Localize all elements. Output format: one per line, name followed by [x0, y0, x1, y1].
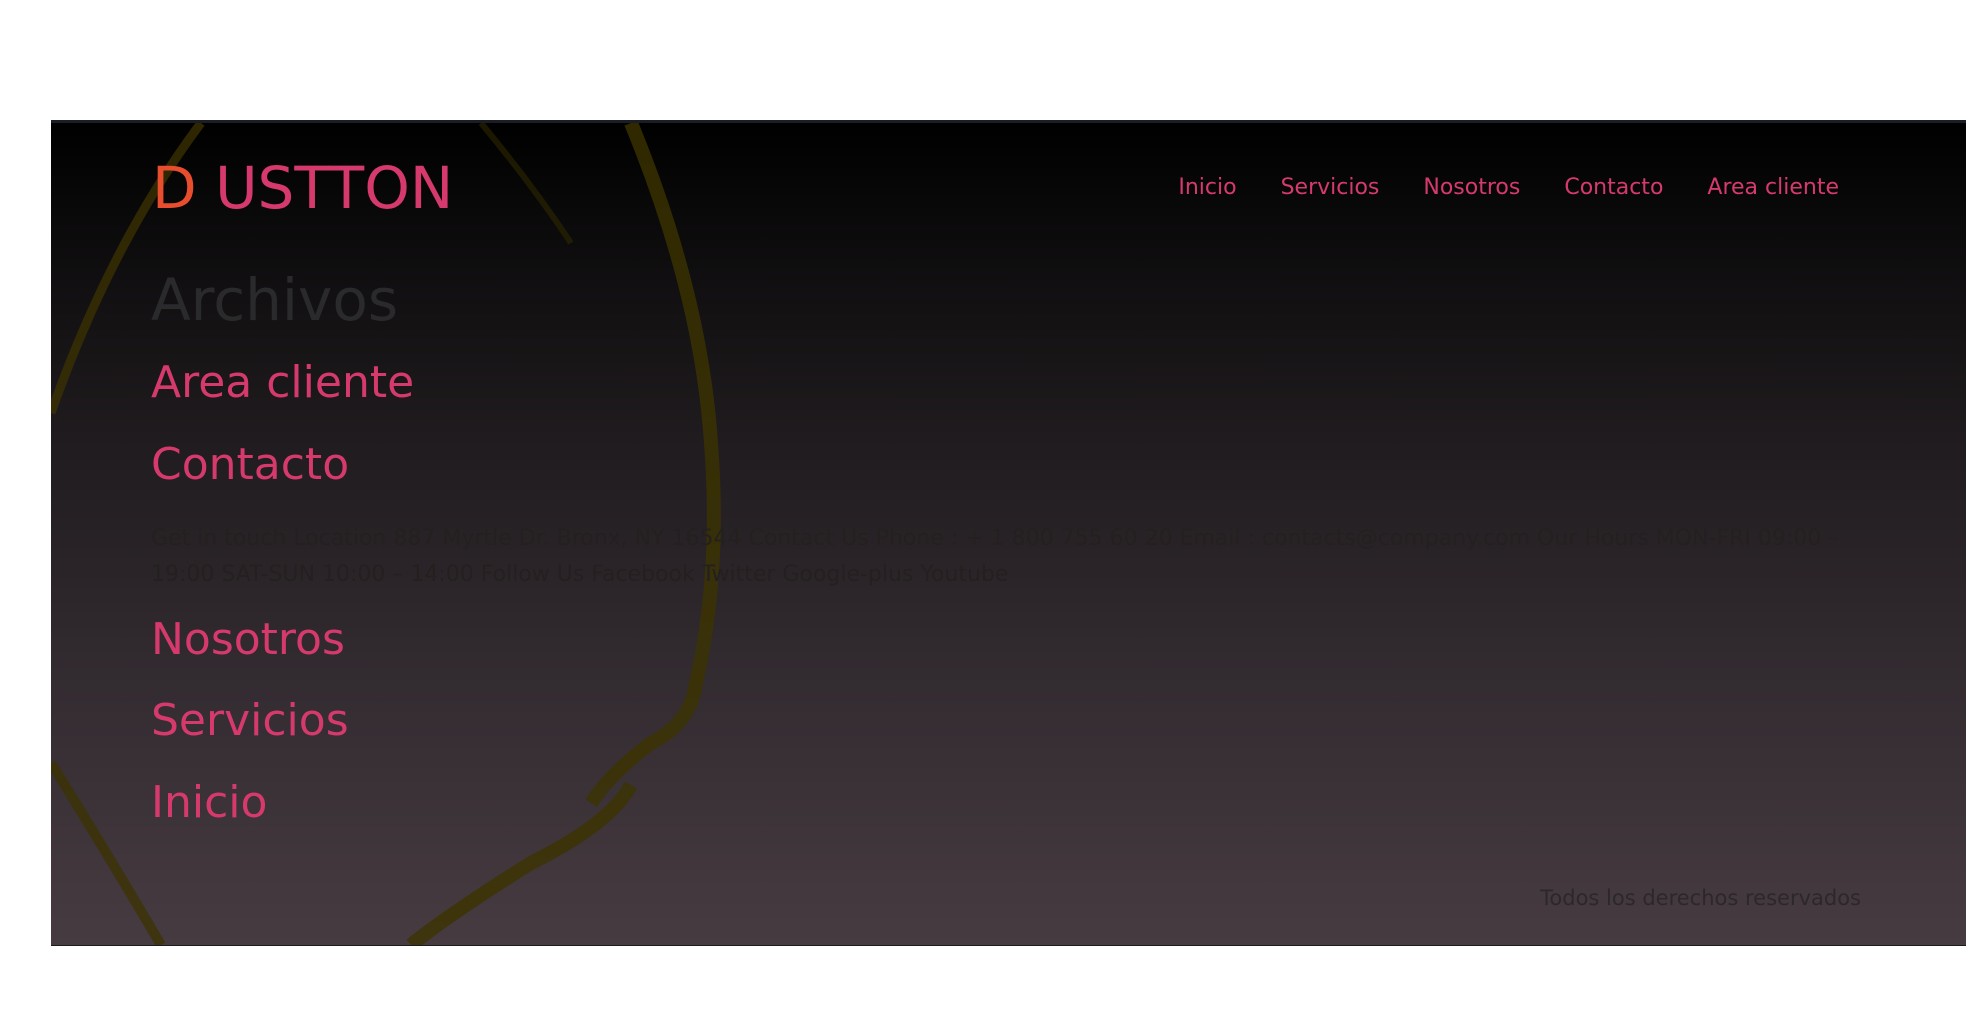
- main-nav: Inicio Servicios Nosotros Contacto Area …: [1178, 177, 1839, 199]
- site-frame: D USTTON Inicio Servicios Nosotros Conta…: [51, 120, 1966, 946]
- decorative-curve-main: [585, 123, 721, 807]
- entry-title-area-cliente[interactable]: Area cliente: [151, 361, 414, 405]
- decorative-curve-bottom-left: [51, 760, 166, 945]
- nav-item-nosotros: Nosotros: [1423, 177, 1520, 199]
- entry-title-servicios[interactable]: Servicios: [151, 699, 349, 743]
- logo-text: D: [152, 154, 197, 222]
- nav-item-inicio: Inicio: [1178, 177, 1236, 199]
- entry-title-inicio[interactable]: Inicio: [151, 781, 267, 825]
- decorative-curve-bottom: [406, 781, 638, 945]
- decorative-curve-top: [478, 123, 574, 245]
- nav-link-contacto[interactable]: Contacto: [1564, 175, 1663, 200]
- page: D USTTON Inicio Servicios Nosotros Conta…: [0, 0, 1966, 1030]
- entry-excerpt-contacto: Get in touch Location 887 Myrtle Dr. Bro…: [151, 526, 1840, 587]
- entry-title-contacto[interactable]: Contacto: [151, 443, 349, 487]
- footer-copyright: Todos los derechos reservados: [1540, 886, 1861, 910]
- nav-link-inicio[interactable]: Inicio: [1178, 175, 1236, 200]
- nav-item-servicios: Servicios: [1281, 177, 1380, 199]
- site-logo[interactable]: D USTTON: [152, 159, 453, 217]
- logo-text-rest: USTTON: [215, 154, 454, 222]
- entry-title-nosotros[interactable]: Nosotros: [151, 618, 345, 662]
- archive-heading: Archivos: [151, 266, 399, 334]
- nav-item-area-cliente: Area cliente: [1707, 177, 1839, 199]
- nav-item-contacto: Contacto: [1564, 177, 1663, 199]
- nav-link-servicios[interactable]: Servicios: [1281, 175, 1380, 200]
- nav-link-area-cliente[interactable]: Area cliente: [1707, 175, 1839, 200]
- nav-link-nosotros[interactable]: Nosotros: [1423, 175, 1520, 200]
